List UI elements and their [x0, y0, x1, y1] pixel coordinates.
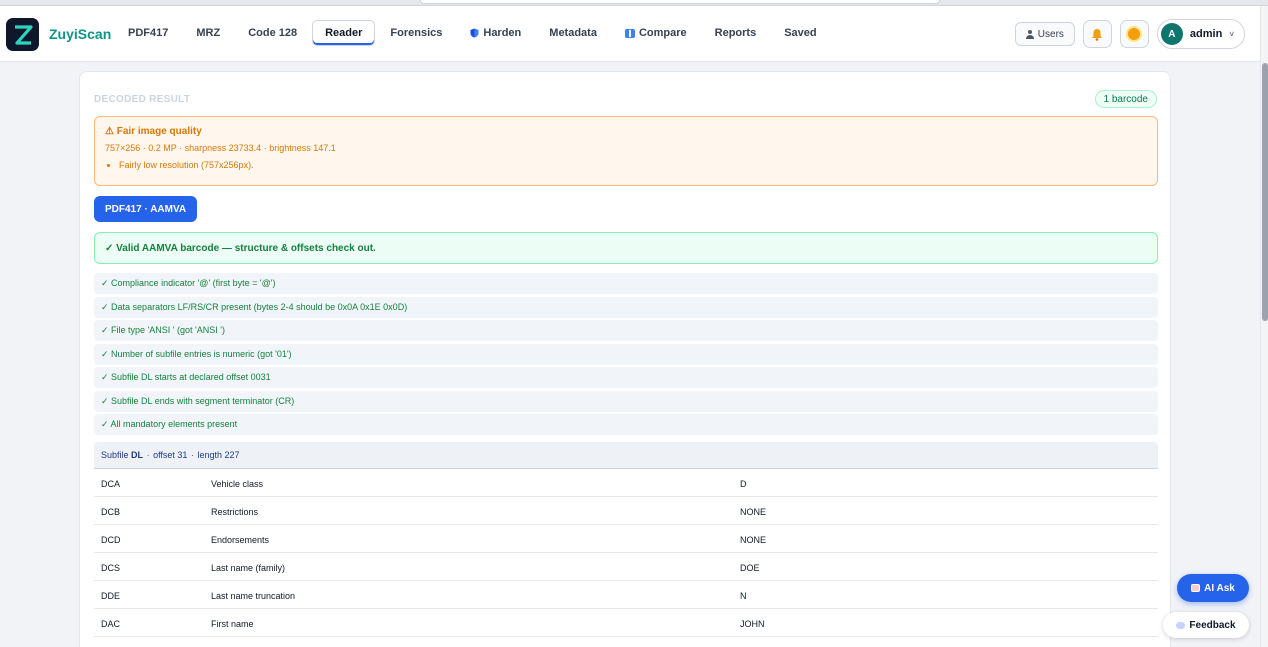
- zuyiscan-logo[interactable]: [6, 18, 39, 51]
- check-row: ✓ File type 'ANSI ' (got 'ANSI '): [94, 320, 1158, 341]
- chevron-down-icon: ˅: [1229, 29, 1234, 39]
- browser-address-stub: [420, 0, 940, 4]
- sun-icon: [1128, 28, 1141, 40]
- separator: ·: [190, 450, 194, 460]
- ai-ask-button[interactable]: AI Ask: [1177, 574, 1249, 602]
- users-button[interactable]: Users: [1014, 22, 1075, 46]
- tab-label: Compare: [638, 27, 687, 39]
- quality-meta: 757×256 · 0.2 MP · sharpness 23733.4 · b…: [105, 143, 336, 153]
- tab-label: MRZ: [196, 27, 221, 39]
- tab-label: Saved: [784, 27, 817, 39]
- field-code: DCA: [101, 479, 121, 489]
- quality-title: ⚠ Fair image quality: [105, 126, 202, 137]
- table-row: DCB Restrictions NONE: [94, 497, 1158, 525]
- check-row: ✓ All mandatory elements present: [94, 414, 1158, 435]
- chat-bubble-icon: [1176, 621, 1186, 629]
- field-value: D: [740, 479, 747, 489]
- barcode-count-badge: 1 barcode: [1094, 90, 1157, 108]
- field-code: DCD: [101, 535, 121, 545]
- field-code: DAC: [101, 619, 121, 629]
- validation-success-banner: ✓ Valid AAMVA barcode — structure & offs…: [94, 232, 1158, 264]
- notifications-button[interactable]: [1082, 20, 1112, 48]
- check-row: ✓ Number of subfile entries is numeric (…: [94, 343, 1158, 365]
- theme-toggle-button[interactable]: [1119, 20, 1149, 48]
- field-value: NONE: [740, 507, 767, 517]
- field-code: DCS: [101, 563, 121, 573]
- field-label: Restrictions: [211, 507, 259, 517]
- field-value: NONE: [740, 535, 767, 545]
- tab-compare[interactable]: Compare: [612, 20, 700, 46]
- scrollbar-thumb[interactable]: [1262, 63, 1268, 321]
- subfile-length: length 227: [197, 450, 240, 460]
- users-label: Users: [1037, 28, 1064, 40]
- separator: ·: [146, 450, 150, 460]
- avatar: A: [1160, 23, 1183, 45]
- check-row: ✓ Compliance indicator '@' (first byte =…: [94, 273, 1158, 294]
- main-nav: PDF417 MRZ Code 128 Reader Forensics Har…: [115, 20, 832, 46]
- tab-mrz[interactable]: MRZ: [183, 20, 233, 46]
- tab-reader[interactable]: Reader: [312, 20, 376, 46]
- subfile-offset: offset 31: [153, 450, 188, 460]
- table-row: DDE Last name truncation N: [94, 581, 1158, 609]
- brand-name[interactable]: ZuyiScan: [49, 26, 111, 42]
- ai-ask-label: AI Ask: [1204, 582, 1235, 594]
- field-code: DDE: [101, 591, 121, 601]
- top-header: ZuyiScan PDF417 MRZ Code 128 Reader Fore…: [0, 6, 1260, 62]
- bell-icon: [1092, 28, 1103, 41]
- user-icon: [1025, 29, 1034, 39]
- tab-code128[interactable]: Code 128: [235, 20, 310, 46]
- field-label: First name: [211, 619, 254, 629]
- table-row: DCA Vehicle class D: [94, 469, 1158, 497]
- tab-pdf417[interactable]: PDF417: [115, 20, 181, 46]
- z-logo-icon: [14, 24, 33, 45]
- field-label: Endorsements: [211, 535, 270, 545]
- decoded-result-card: DECODED RESULT 1 barcode ⚠ Fair image qu…: [79, 71, 1171, 647]
- tab-label: Reader: [325, 27, 363, 39]
- robot-icon: [1191, 584, 1201, 592]
- feedback-button[interactable]: Feedback: [1163, 612, 1249, 638]
- tab-label: Reports: [714, 27, 757, 39]
- table-row: DCD Endorsements NONE: [94, 525, 1158, 553]
- user-menu[interactable]: A admin ˅: [1156, 19, 1245, 49]
- tab-label: Harden: [483, 27, 522, 39]
- subfile-header: Subfile DL · offset 31 · length 227: [94, 442, 1158, 469]
- field-label: Last name (family): [211, 563, 286, 573]
- tab-label: Code 128: [248, 27, 298, 39]
- header-actions: Users A admin ˅: [1014, 19, 1245, 49]
- table-row: DAC First name JOHN: [94, 609, 1158, 637]
- validation-checks: ✓ Compliance indicator '@' (first byte =…: [94, 273, 1158, 438]
- feedback-label: Feedback: [1189, 619, 1236, 631]
- field-label: Last name truncation: [211, 591, 296, 601]
- subfile-name: DL: [131, 450, 144, 460]
- field-label: Vehicle class: [211, 479, 264, 489]
- quality-issues: Fairly low resolution (757x256px).: [105, 160, 1147, 170]
- fields-table: DCA Vehicle class D DCB Restrictions NON…: [94, 469, 1158, 637]
- tab-label: Metadata: [549, 27, 597, 39]
- user-name: admin: [1189, 28, 1223, 40]
- check-row: ✓ Subfile DL ends with segment terminato…: [94, 390, 1158, 412]
- field-value: JOHN: [740, 619, 765, 629]
- section-title: DECODED RESULT: [94, 94, 191, 105]
- quality-issue: Fairly low resolution (757x256px).: [119, 160, 1147, 170]
- image-quality-warning: ⚠ Fair image quality 757×256 · 0.2 MP · …: [94, 116, 1158, 186]
- compare-icon: [624, 28, 635, 38]
- field-code: DCB: [101, 507, 121, 517]
- tab-harden[interactable]: Harden: [457, 20, 534, 46]
- format-tab-pdf417-aamva[interactable]: PDF417 · AAMVA: [94, 196, 198, 222]
- tab-label: Forensics: [390, 27, 443, 39]
- shield-icon: [470, 28, 479, 38]
- tab-forensics[interactable]: Forensics: [377, 20, 455, 46]
- tab-label: PDF417: [128, 27, 169, 39]
- field-value: DOE: [740, 563, 760, 573]
- table-row: DCS Last name (family) DOE: [94, 553, 1158, 581]
- tab-metadata[interactable]: Metadata: [536, 20, 610, 46]
- subfile-prefix: Subfile: [101, 450, 129, 460]
- check-row: ✓ Subfile DL starts at declared offset 0…: [94, 367, 1158, 388]
- tab-saved[interactable]: Saved: [771, 20, 829, 46]
- tab-reports[interactable]: Reports: [702, 20, 770, 46]
- check-row: ✓ Data separators LF/RS/CR present (byte…: [94, 296, 1158, 318]
- page-scrollbar[interactable]: [1260, 6, 1268, 647]
- field-value: N: [740, 591, 747, 601]
